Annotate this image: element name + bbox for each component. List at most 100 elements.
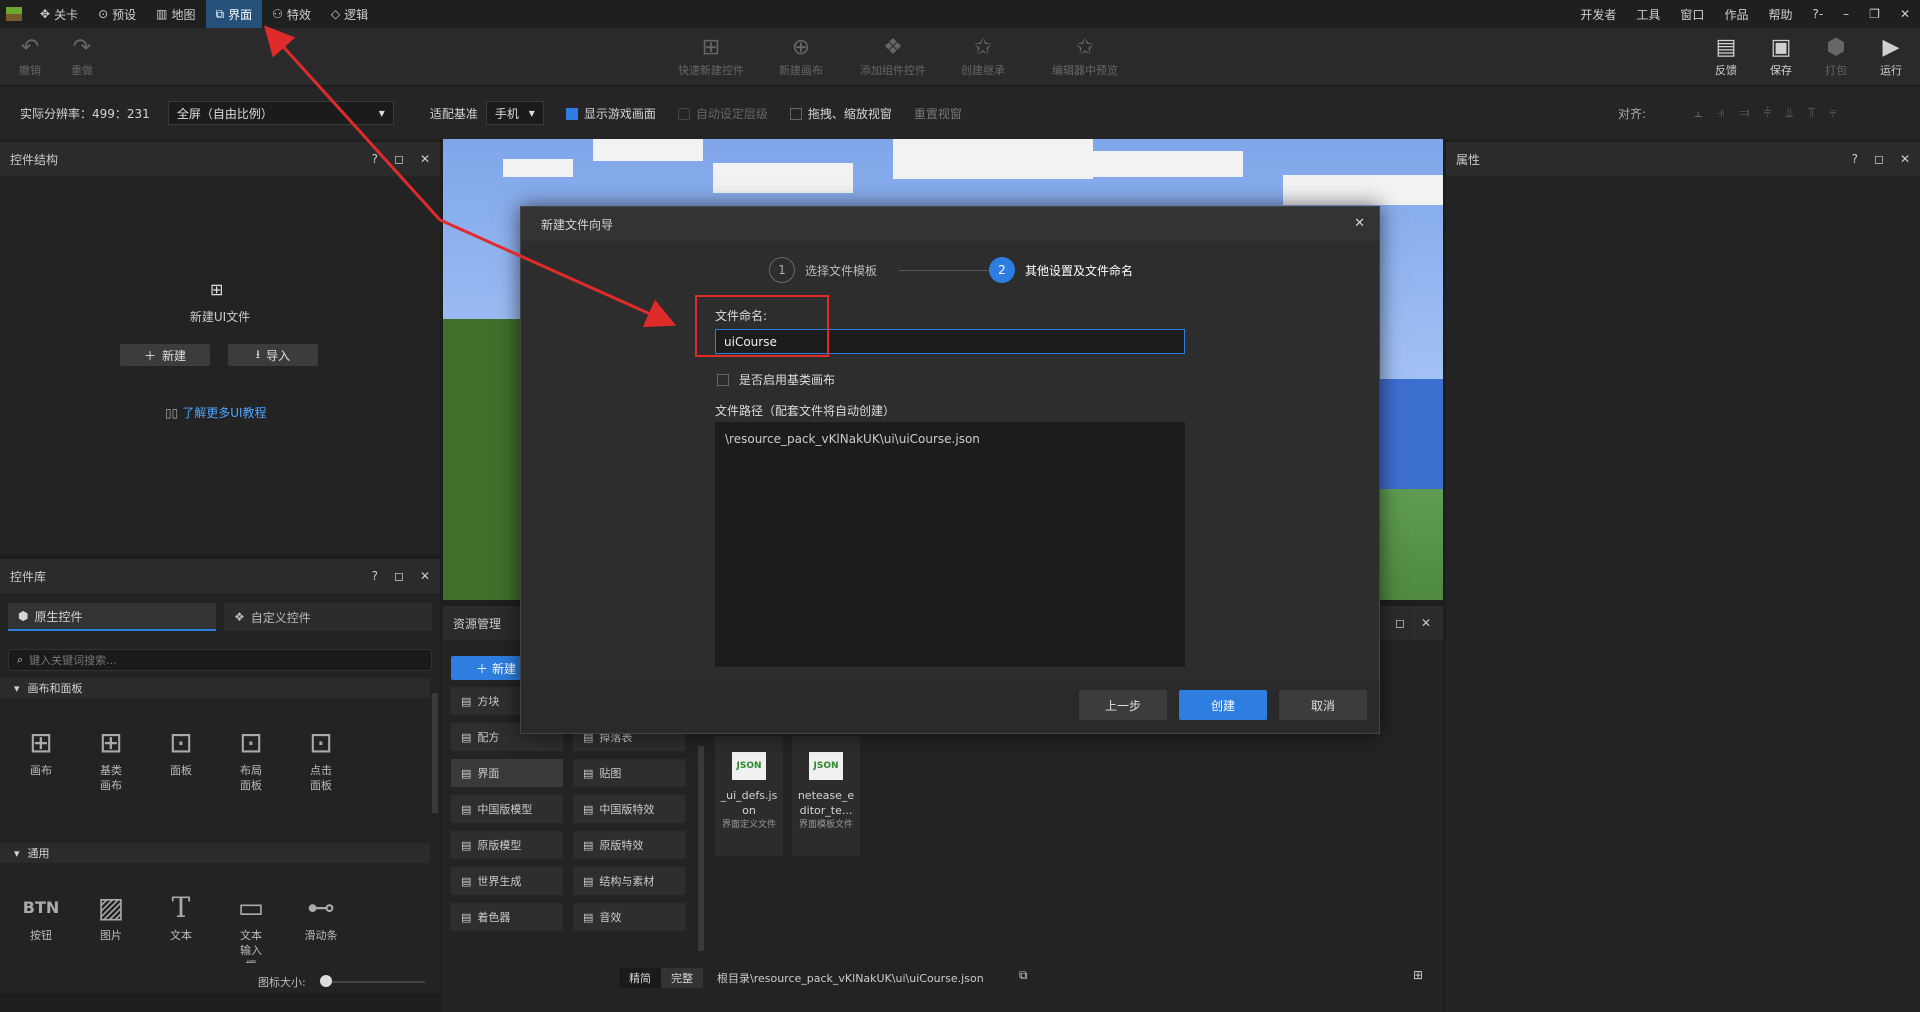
control-slider[interactable]: ⊷ 滑动条 <box>291 888 351 943</box>
show-game-checkbox[interactable]: 显示游戏画面 <box>565 105 656 122</box>
resource-category[interactable]: ▤ 界面 <box>451 759 563 787</box>
file-netease-editor-template[interactable]: JSON netease_e ditor_te... 界面模板文件 <box>792 736 860 856</box>
tab-effects[interactable]: ⚇ 特效 <box>262 0 321 28</box>
control-text[interactable]: T 文本 <box>151 888 211 943</box>
new-canvas-button[interactable]: ⊕ 新建画布 <box>756 34 846 78</box>
pack-button[interactable]: ⬢ 打包 <box>1806 34 1866 78</box>
close-icon[interactable]: ✕ <box>1421 616 1431 630</box>
maximize-icon[interactable]: ◻ <box>1874 152 1884 166</box>
view-mode-toggle[interactable]: 精简 完整 <box>619 968 703 988</box>
adapt-select[interactable]: 手机 ▾ <box>485 101 544 125</box>
mode-full[interactable]: 完整 <box>661 968 703 988</box>
resolution-label: 实际分辨率：499：231 <box>20 106 150 121</box>
undo-button[interactable]: ↶ 撤销 <box>0 34 60 78</box>
tab-custom-controls[interactable]: ❖ 自定义控件 <box>224 603 432 631</box>
preview-button[interactable]: ✩ 编辑器中预览 <box>1030 34 1140 78</box>
new-button[interactable]: ＋新建 <box>120 344 210 366</box>
minimize-icon[interactable]: – <box>1843 7 1849 21</box>
resource-category[interactable]: ▤ 原版特效 <box>573 831 685 859</box>
folder-icon: ▤ <box>583 766 594 780</box>
icon-size-slider[interactable] <box>325 981 425 983</box>
menu-works[interactable]: 作品 <box>1724 6 1748 23</box>
cancel-button[interactable]: 取消 <box>1279 690 1367 720</box>
create-button[interactable]: 创建 <box>1179 690 1267 720</box>
control-layout-panel[interactable]: ⊡ 布局面板 <box>221 723 281 793</box>
drag-zoom-checkbox[interactable]: 拖拽、缩放视窗 <box>789 105 892 122</box>
maximize-icon[interactable]: ◻ <box>394 569 404 583</box>
close-icon[interactable]: ✕ <box>420 569 430 583</box>
align-icons[interactable]: ⫠⫣⫤⫩⫫⫪⫧ <box>1694 105 1851 121</box>
close-icon[interactable]: ✕ <box>1354 216 1365 231</box>
resource-category[interactable]: ▤ 贴图 <box>573 759 685 787</box>
undo-icon: ↶ <box>20 35 40 60</box>
grid-view-icon[interactable]: ⊞ <box>1413 968 1423 982</box>
close-icon[interactable]: ✕ <box>420 152 430 166</box>
file-ui-defs[interactable]: JSON _ui_defs.js on 界面定义文件 <box>715 736 783 856</box>
map-icon: ▥ <box>156 7 168 21</box>
search-input[interactable]: ⌕ 键入关键词搜索... <box>8 649 432 671</box>
close-window-icon[interactable]: ✕ <box>1900 7 1910 21</box>
control-text-input[interactable]: ▭文本输入框 <box>221 888 281 963</box>
control-base-canvas[interactable]: ⊞ 基类画布 <box>81 723 141 793</box>
control-click-panel[interactable]: ⊡ 点击面板 <box>291 723 351 793</box>
maximize-icon[interactable]: ◻ <box>1395 616 1405 630</box>
tab-native-controls[interactable]: ⬢ 原生控件 <box>8 603 216 631</box>
help-icon[interactable]: ? <box>372 152 378 166</box>
resource-category[interactable]: ▤ 原版模型 <box>451 831 563 859</box>
resource-category[interactable]: ▤ 着色器 <box>451 903 563 931</box>
reset-view-button[interactable]: 重置视窗 <box>914 105 962 122</box>
menu-window[interactable]: 窗口 <box>1680 6 1704 23</box>
group-canvas-panel[interactable]: ▾ 画布和面板 <box>0 678 430 698</box>
base-canvas-checkbox[interactable]: 是否启用基类画布 <box>717 371 835 388</box>
copy-path-icon[interactable]: ⧉ <box>1019 968 1028 983</box>
structure-panel-header: 控件结构 ? ◻ ✕ <box>0 142 440 176</box>
restore-icon[interactable]: ❐ <box>1869 7 1880 21</box>
learn-more-link[interactable]: ▯▯ 了解更多UI教程 <box>165 404 267 421</box>
resource-category[interactable]: ▤ 中国版特效 <box>573 795 685 823</box>
maximize-icon[interactable]: ◻ <box>394 152 404 166</box>
control-image[interactable]: ▨ 图片 <box>81 888 141 943</box>
step-connector <box>899 270 989 271</box>
menu-tools[interactable]: 工具 <box>1636 6 1660 23</box>
control-canvas[interactable]: ⊞ 画布 <box>11 723 71 778</box>
resource-category[interactable]: ▤ 音效 <box>573 903 685 931</box>
resource-category[interactable]: ▤ 中国版模型 <box>451 795 563 823</box>
mode-simple[interactable]: 精简 <box>619 968 661 988</box>
redo-button[interactable]: ↷ 重做 <box>52 34 112 78</box>
auto-layer-checkbox[interactable]: 自动设定层级 <box>677 105 768 122</box>
add-component-button[interactable]: ❖ 添加组件控件 <box>848 34 938 78</box>
chevron-down-icon: ▾ <box>528 106 535 120</box>
import-button[interactable]: ⭳ 导入 <box>228 344 318 366</box>
collapse-icon: ▾ <box>14 846 20 860</box>
create-inherit-button[interactable]: ✩ 创建继承 <box>938 34 1028 78</box>
control-icon: ⊞ <box>701 35 721 60</box>
save-button[interactable]: ▣ 保存 <box>1751 34 1811 78</box>
help-icon[interactable]: ? <box>372 569 378 583</box>
menu-developer[interactable]: 开发者 <box>1580 6 1616 23</box>
close-icon[interactable]: ✕ <box>1900 152 1910 166</box>
group-general[interactable]: ▾ 通用 <box>0 843 430 863</box>
slider-handle[interactable] <box>320 975 332 987</box>
tab-map[interactable]: ▥ 地图 <box>146 0 205 28</box>
control-button[interactable]: BTN 按钮 <box>11 888 71 943</box>
resolution-select[interactable]: 全屏（自由比例） ▾ <box>167 101 394 125</box>
tab-level[interactable]: ✥ 关卡 <box>30 0 88 28</box>
tab-ui[interactable]: ⧉ 界面 <box>205 0 263 28</box>
help-icon[interactable]: ?- <box>1812 7 1823 21</box>
adapt-label: 适配基准 <box>429 106 478 121</box>
scrollbar[interactable] <box>432 693 438 813</box>
resources-scrollbar[interactable] <box>698 746 704 951</box>
path-textarea[interactable]: \resource_pack_vKlNakUK\ui\uiCourse.json <box>715 422 1185 667</box>
prev-step-button[interactable]: 上一步 <box>1079 690 1167 720</box>
feedback-button[interactable]: ▤ 反馈 <box>1696 34 1756 78</box>
help-icon[interactable]: ? <box>1852 152 1858 166</box>
new-file-icon: ⊞ <box>210 280 224 299</box>
quick-new-control-button[interactable]: ⊞ 快速新建控件 <box>666 34 756 78</box>
tab-logic[interactable]: ◇ 逻辑 <box>321 0 378 28</box>
resource-category[interactable]: ▤ 世界生成 <box>451 867 563 895</box>
menu-help[interactable]: 帮助 <box>1768 6 1792 23</box>
control-panel[interactable]: ⊡ 面板 <box>151 723 211 778</box>
run-button[interactable]: ▶ 运行 <box>1861 34 1920 78</box>
resource-category[interactable]: ▤ 结构与素材 <box>573 867 685 895</box>
tab-preset[interactable]: ⊙ 预设 <box>88 0 146 28</box>
